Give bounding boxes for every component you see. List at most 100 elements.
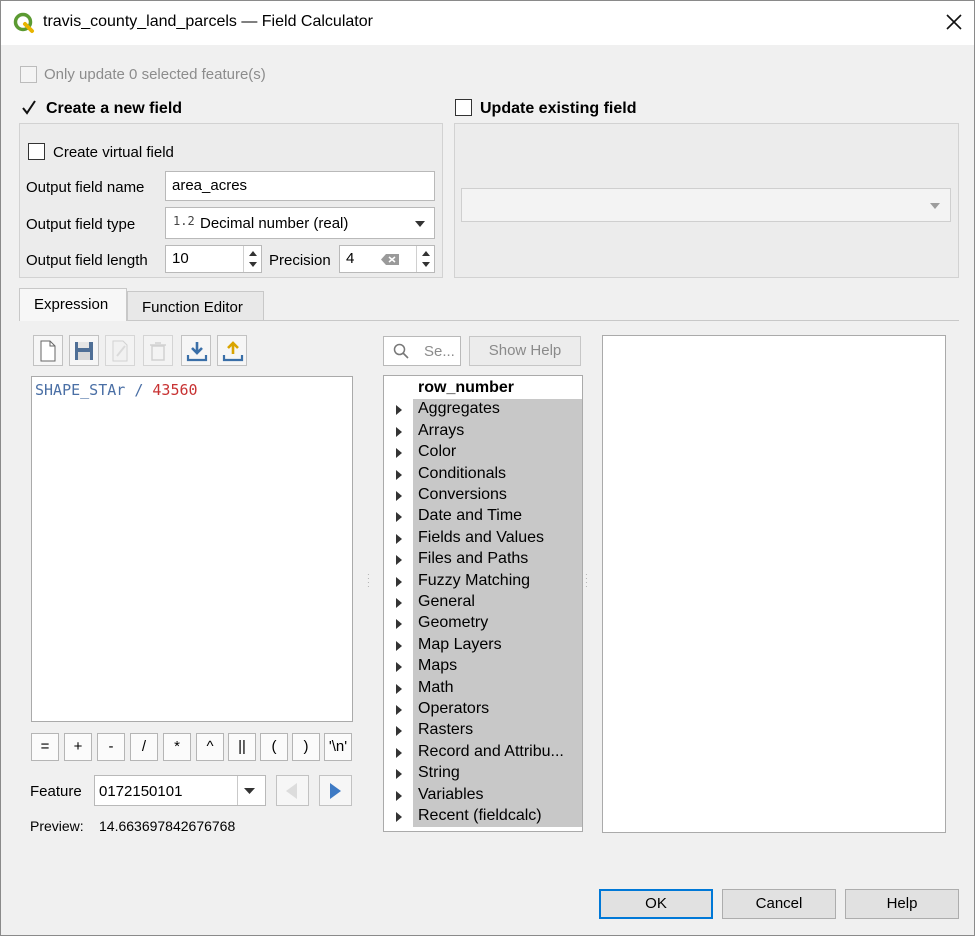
expand-arrow-icon[interactable]: [396, 662, 402, 673]
expand-arrow-icon[interactable]: [396, 512, 402, 523]
function-tree-item[interactable]: Arrays: [384, 421, 582, 442]
function-tree-item[interactable]: Recent (fieldcalc): [384, 806, 582, 827]
expand-arrow-icon[interactable]: [396, 576, 402, 587]
output-field-name-input[interactable]: area_acres: [165, 171, 435, 201]
only-update-selected-checkbox[interactable]: [20, 66, 37, 83]
operator-minus-button[interactable]: -: [97, 733, 125, 761]
search-icon: [393, 343, 409, 359]
close-icon[interactable]: [941, 9, 967, 35]
clear-icon[interactable]: [380, 253, 400, 266]
expand-arrow-icon[interactable]: [396, 469, 402, 480]
function-tree-item-label: Files and Paths: [418, 550, 529, 568]
function-tree-item-label: row_number: [418, 379, 515, 396]
expand-arrow-icon[interactable]: [396, 598, 402, 608]
expand-arrow-icon[interactable]: [396, 619, 402, 630]
expand-arrow-icon[interactable]: [396, 683, 402, 694]
function-tree-item[interactable]: Color: [384, 442, 582, 463]
function-tree-item[interactable]: Maps: [384, 656, 582, 677]
cancel-button[interactable]: Cancel: [722, 889, 836, 919]
function-tree-item[interactable]: Aggregates: [384, 399, 582, 420]
next-feature-button[interactable]: [319, 775, 352, 806]
function-tree-item[interactable]: Operators: [384, 699, 582, 720]
show-help-button[interactable]: Show Help: [469, 336, 581, 366]
function-tree-item-label: Rasters: [418, 721, 474, 739]
previous-feature-button[interactable]: [276, 775, 309, 806]
function-tree-item[interactable]: Date and Time: [384, 506, 582, 527]
operator-equals-button[interactable]: =: [31, 733, 59, 761]
import-button[interactable]: [181, 335, 211, 366]
spin-arrows[interactable]: [416, 246, 434, 272]
operator-close-paren-button[interactable]: ): [292, 733, 320, 761]
operator-divide-button[interactable]: /: [130, 733, 158, 761]
function-tree-item-label: Date and Time: [418, 507, 523, 525]
expression-line: SHAPE_STAr / 43560: [35, 381, 198, 399]
output-field-type-select[interactable]: 1.2 Decimal number (real): [165, 207, 435, 239]
splitter-handle[interactable]: · · · ·: [367, 571, 370, 591]
expand-arrow-icon[interactable]: [396, 640, 402, 651]
create-virtual-field-checkbox[interactable]: [28, 143, 45, 160]
function-tree-item-label: Math: [418, 678, 454, 696]
splitter-handle[interactable]: · · · ·: [585, 571, 588, 591]
operator-power-button[interactable]: ^: [196, 733, 224, 761]
function-tree-item[interactable]: Fuzzy Matching: [384, 571, 582, 592]
save-button[interactable]: [69, 335, 99, 366]
tab-expression[interactable]: Expression: [19, 288, 127, 321]
function-tree-item[interactable]: Geometry: [384, 613, 582, 634]
precision-spinbox[interactable]: 4: [339, 245, 435, 273]
operator-open-paren-button[interactable]: (: [260, 733, 288, 761]
create-new-field-checkbox[interactable]: [20, 99, 37, 116]
function-tree-item[interactable]: Math: [384, 678, 582, 699]
function-tree-item[interactable]: Variables: [384, 785, 582, 806]
existing-field-select[interactable]: [461, 188, 951, 222]
feature-select[interactable]: 0172150101: [94, 775, 266, 806]
function-tree[interactable]: row_number Aggregates Arrays Color Condition…: [383, 375, 583, 832]
output-field-name-label: Output field name: [26, 179, 145, 196]
chevron-down-icon: [415, 221, 425, 227]
expand-arrow-icon[interactable]: [396, 790, 402, 801]
function-tree-item-label: Recent (fieldcalc): [418, 807, 542, 824]
function-tree-item[interactable]: Conversions: [384, 485, 582, 506]
expression-field-token: SHAPE_STAr: [35, 381, 126, 399]
precision-label: Precision: [269, 252, 331, 269]
create-new-field-label: Create a new field: [46, 100, 183, 117]
operator-concat-button[interactable]: ||: [228, 733, 256, 761]
output-field-length-spinbox[interactable]: 10: [165, 245, 262, 273]
expand-arrow-icon[interactable]: [396, 705, 402, 715]
function-tree-item[interactable]: Rasters: [384, 720, 582, 741]
expand-arrow-icon[interactable]: [396, 491, 402, 501]
expand-arrow-icon[interactable]: [396, 555, 402, 566]
function-search-input[interactable]: Se...: [383, 336, 461, 366]
edit-button[interactable]: [105, 335, 135, 366]
operator-multiply-button[interactable]: *: [163, 733, 191, 761]
function-tree-item[interactable]: row_number: [384, 378, 582, 399]
new-file-button[interactable]: [33, 335, 63, 366]
expand-arrow-icon[interactable]: [396, 426, 402, 437]
ok-button[interactable]: OK: [599, 889, 713, 919]
expand-arrow-icon[interactable]: [396, 812, 402, 822]
expand-arrow-icon[interactable]: [396, 769, 402, 780]
delete-button[interactable]: [143, 335, 173, 366]
operator-plus-button[interactable]: +: [64, 733, 92, 761]
expand-arrow-icon[interactable]: [396, 448, 402, 459]
function-tree-item[interactable]: General: [384, 592, 582, 613]
update-existing-field-checkbox[interactable]: [455, 99, 472, 116]
function-tree-item[interactable]: Conditionals: [384, 464, 582, 485]
export-button[interactable]: [217, 335, 247, 366]
function-tree-item[interactable]: String: [384, 763, 582, 784]
function-tree-item[interactable]: Map Layers: [384, 635, 582, 656]
operator-newline-button[interactable]: '\n': [324, 733, 352, 761]
expand-arrow-icon[interactable]: [396, 747, 402, 758]
expand-arrow-icon[interactable]: [396, 726, 402, 737]
spin-arrows[interactable]: [243, 246, 261, 272]
function-tree-item-label: Map Layers: [418, 635, 502, 653]
decimal-type-icon: 1.2: [173, 214, 195, 228]
function-tree-item[interactable]: Files and Paths: [384, 549, 582, 570]
expand-arrow-icon[interactable]: [396, 405, 402, 416]
expression-editor[interactable]: SHAPE_STAr / 43560: [31, 376, 353, 722]
help-button[interactable]: Help: [845, 889, 959, 919]
tab-function-editor[interactable]: Function Editor: [127, 291, 264, 321]
preview-value: 14.663697842676768: [99, 818, 236, 834]
function-tree-item[interactable]: Record and Attribu...: [384, 742, 582, 763]
function-tree-item[interactable]: Fields and Values: [384, 528, 582, 549]
expand-arrow-icon[interactable]: [396, 533, 402, 544]
